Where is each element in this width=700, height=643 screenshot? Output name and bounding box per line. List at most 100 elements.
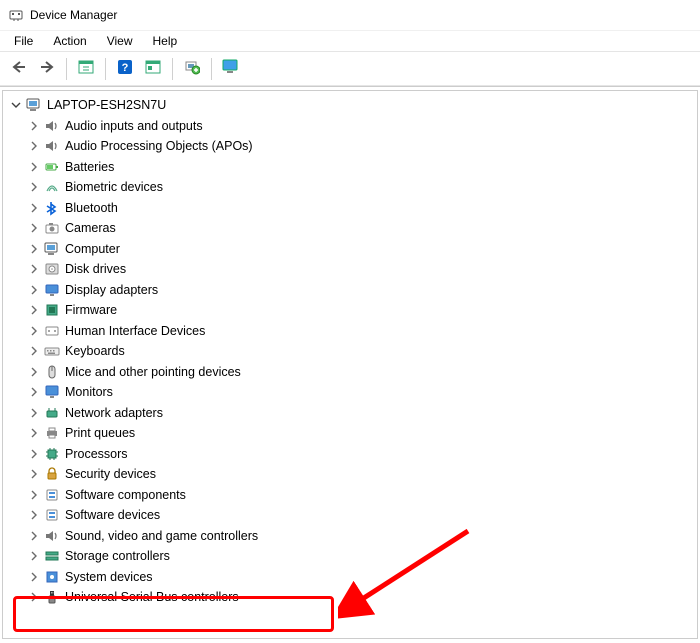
software-icon [43,507,61,523]
tree-category-label: Print queues [63,426,135,440]
toolbar-separator [211,58,212,80]
biometric-icon [43,179,61,195]
tree-category[interactable]: Storage controllers [5,546,695,567]
tree-category-label: Firmware [63,303,117,317]
tree-category[interactable]: Software devices [5,505,695,526]
expander-icon[interactable] [27,221,41,235]
action-icon [145,60,161,77]
toolbar-separator [105,58,106,80]
mouse-icon [43,364,61,380]
show-hide-tree-button[interactable] [73,56,99,82]
tree-category[interactable]: Audio inputs and outputs [5,116,695,137]
tree-category-label: Computer [63,242,120,256]
expander-icon[interactable] [27,262,41,276]
menu-view[interactable]: View [99,32,141,50]
expander-icon[interactable] [9,98,23,112]
usb-icon [43,589,61,605]
expander-icon[interactable] [27,303,41,317]
security-icon [43,466,61,482]
tree-category[interactable]: Biometric devices [5,177,695,198]
tree-category[interactable]: Processors [5,444,695,465]
tree-category-label: Disk drives [63,262,126,276]
tree-category[interactable]: Print queues [5,423,695,444]
expander-icon[interactable] [27,365,41,379]
tree-category-label: Cameras [63,221,116,235]
expander-icon[interactable] [27,426,41,440]
expander-icon[interactable] [27,344,41,358]
network-icon [43,405,61,421]
tree-category[interactable]: Mice and other pointing devices [5,362,695,383]
tree-category-label: Human Interface Devices [63,324,205,338]
tree-category[interactable]: Bluetooth [5,198,695,219]
expander-icon[interactable] [27,467,41,481]
tree-category[interactable]: Computer [5,239,695,260]
device-tree[interactable]: LAPTOP-ESH2SN7U Audio inputs and outputs… [2,90,698,639]
tree-category-label: Storage controllers [63,549,170,563]
devices-printers-button[interactable] [218,56,244,82]
tree-category-label: Network adapters [63,406,163,420]
titlebar: Device Manager [0,0,700,30]
storage-icon [43,548,61,564]
tree-category[interactable]: System devices [5,567,695,588]
keyboard-icon [43,343,61,359]
tree-category-label: Processors [63,447,128,461]
expander-icon[interactable] [27,508,41,522]
expander-icon[interactable] [27,447,41,461]
expander-icon[interactable] [27,242,41,256]
help-icon: ? [117,59,133,78]
tree-category[interactable]: Batteries [5,157,695,178]
tree-category[interactable]: Monitors [5,382,695,403]
toolbar-separator [172,58,173,80]
app-icon [8,7,24,23]
expander-icon[interactable] [27,385,41,399]
tree-category[interactable]: Disk drives [5,259,695,280]
tree-category[interactable]: Network adapters [5,403,695,424]
expander-icon[interactable] [27,283,41,297]
arrow-right-icon [39,60,55,77]
expander-icon[interactable] [27,119,41,133]
disk-icon [43,261,61,277]
action-button[interactable] [140,56,166,82]
expander-icon[interactable] [27,529,41,543]
battery-icon [43,159,61,175]
expander-icon[interactable] [27,324,41,338]
tree-category[interactable]: Security devices [5,464,695,485]
tree-category[interactable]: Human Interface Devices [5,321,695,342]
menu-action[interactable]: Action [45,32,94,50]
forward-button[interactable] [34,56,60,82]
expander-icon[interactable] [27,160,41,174]
svg-text:?: ? [122,62,129,74]
tree-root[interactable]: LAPTOP-ESH2SN7U [5,95,695,116]
expander-icon[interactable] [27,570,41,584]
display-icon [43,282,61,298]
help-button[interactable]: ? [112,56,138,82]
tree-category[interactable]: Software components [5,485,695,506]
expander-icon[interactable] [27,180,41,194]
menu-help[interactable]: Help [145,32,186,50]
expander-icon[interactable] [27,406,41,420]
expander-icon[interactable] [27,590,41,604]
tree-category[interactable]: Cameras [5,218,695,239]
tree-category[interactable]: Universal Serial Bus controllers [5,587,695,608]
audio-icon [43,528,61,544]
tree-category[interactable]: Audio Processing Objects (APOs) [5,136,695,157]
toolbar: ? [0,52,700,86]
tree-category-label: Display adapters [63,283,158,297]
expander-icon[interactable] [27,488,41,502]
expander-icon[interactable] [27,139,41,153]
audio-icon [43,118,61,134]
tree-category-label: Audio Processing Objects (APOs) [63,139,253,153]
menu-file[interactable]: File [6,32,41,50]
tree-category[interactable]: Firmware [5,300,695,321]
back-button[interactable] [6,56,32,82]
arrow-left-icon [11,60,27,77]
tree-category[interactable]: Display adapters [5,280,695,301]
expander-icon[interactable] [27,201,41,215]
tree-category[interactable]: Sound, video and game controllers [5,526,695,547]
expander-icon[interactable] [27,549,41,563]
tree-category-label: Software devices [63,508,160,522]
tree-category[interactable]: Keyboards [5,341,695,362]
processor-icon [43,446,61,462]
tree-category-label: Security devices [63,467,156,481]
scan-hardware-button[interactable] [179,56,205,82]
